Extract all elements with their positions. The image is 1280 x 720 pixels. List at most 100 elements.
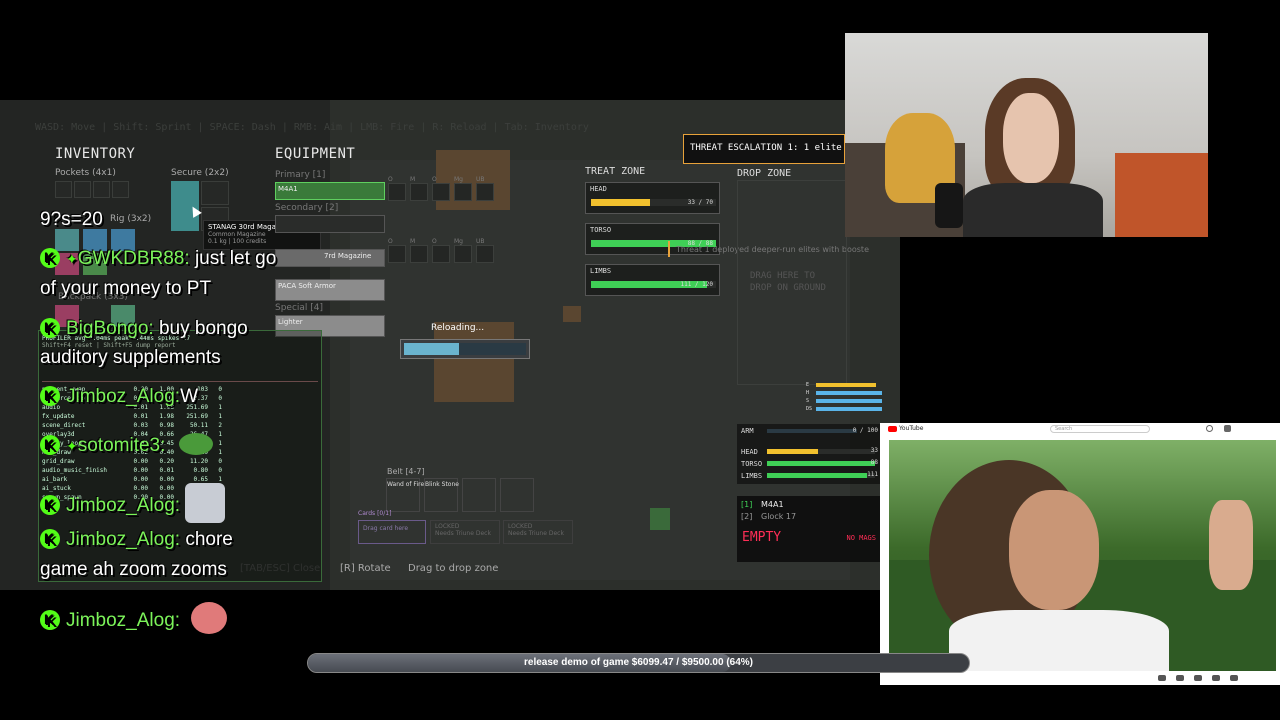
crate-small: [563, 306, 581, 322]
search-icon[interactable]: [1206, 425, 1213, 432]
attach-slot[interactable]: [476, 183, 494, 201]
youtube-actions-bar: [880, 671, 1280, 685]
locked-label: LOCKED: [508, 523, 533, 530]
profiler-cell-b: 0.20: [159, 458, 174, 465]
eq-special-item: Lighter: [278, 318, 303, 326]
treat-head[interactable]: HEAD 33 / 70: [585, 182, 720, 214]
profiler-cell-a: 0.00: [133, 458, 148, 465]
drop-zone-hint-1: DRAG HERE TO: [750, 271, 816, 281]
treat-limbs-value: 111 / 120: [680, 281, 713, 288]
attach-slot[interactable]: [410, 245, 428, 263]
attach-slot[interactable]: [454, 245, 472, 263]
webcam-shirt: [963, 183, 1103, 237]
profiler-cell-name: grid_draw: [42, 458, 75, 465]
rotate-hint: [R] Rotate: [340, 563, 391, 574]
webcam-face: [1003, 93, 1059, 183]
pocket-slot[interactable]: [74, 181, 91, 198]
attachments-secondary: O M O Mg UB: [388, 238, 494, 263]
secure-label: Secure (2x2): [171, 168, 229, 178]
attach-label: O: [388, 238, 393, 245]
badge-icon: ✦: [66, 438, 78, 454]
belt-slot[interactable]: Blink Stone: [424, 478, 459, 512]
chat-username[interactable]: Jimboz_Alog:: [66, 610, 180, 631]
chat-username[interactable]: BigBongo:: [66, 318, 154, 339]
locked-card-slot: LOCKED Needs Triune Deck: [503, 520, 573, 544]
bell-icon[interactable]: [1224, 425, 1231, 432]
donation-goal-bar: release demo of game $6099.47 / $9500.00…: [307, 653, 970, 673]
rig-grid[interactable]: [55, 229, 165, 327]
belt-slot[interactable]: [462, 478, 496, 512]
mini-bar: [816, 391, 882, 395]
secure-slot[interactable]: [201, 181, 229, 205]
profiler-cell-name: audio_music_finish: [42, 467, 108, 474]
attach-label: UB: [476, 238, 485, 245]
youtube-logo[interactable]: YouTube: [888, 425, 923, 432]
mags-state: NO MAGS: [846, 534, 876, 542]
eq-armor-item: PACA Soft Armor: [278, 282, 336, 290]
belt-slot[interactable]: [500, 478, 534, 512]
chat-message-cont: auditory supplements: [40, 347, 221, 369]
chat-username[interactable]: Jimboz_Alog:: [66, 386, 180, 407]
chat-username[interactable]: sotomite3:: [78, 435, 166, 456]
eq-secondary-slot[interactable]: [275, 215, 385, 233]
status-arm-label: ARM: [741, 427, 754, 435]
locked-sub: Needs Triune Deck: [435, 530, 491, 537]
chat-message: K Jimboz_Alog:: [40, 483, 226, 523]
kick-icon: K: [40, 435, 60, 455]
profiler-row: fx_update 0.01 1.98 251.69 1: [42, 413, 318, 422]
card-drop-slot[interactable]: Drag card here: [358, 520, 426, 544]
youtube-search-input[interactable]: Search: [1050, 425, 1150, 433]
video-hand: [1209, 500, 1253, 590]
pockets-grid[interactable]: [55, 181, 129, 198]
chat-message: K BigBongo: buy bongo: [40, 318, 248, 340]
mini-label: S: [806, 398, 810, 404]
status-arm-bar: [767, 429, 857, 433]
mini-bar: [816, 399, 882, 403]
eq-mag-slot[interactable]: 7rd Magazine: [275, 249, 385, 267]
profiler-cell-b: 0.01: [159, 467, 174, 474]
attach-slot[interactable]: [388, 183, 406, 201]
pepe-mic-emote-icon: [191, 602, 228, 634]
youtube-window[interactable]: YouTube Search: [880, 423, 1280, 685]
attach-slot[interactable]: [454, 183, 472, 201]
kick-icon: K: [40, 248, 60, 268]
chat-username[interactable]: GWKDBR88:: [78, 248, 190, 269]
cards-label: Cards [0/1]: [358, 510, 392, 517]
attach-slot[interactable]: [388, 245, 406, 263]
pocket-slot[interactable]: [93, 181, 110, 198]
pocket-slot[interactable]: [112, 181, 129, 198]
pocket-slot[interactable]: [55, 181, 72, 198]
attach-slot[interactable]: [432, 183, 450, 201]
eq-primary-slot[interactable]: M4A1: [275, 182, 385, 200]
more-icon[interactable]: [1230, 675, 1238, 681]
save-icon[interactable]: [1212, 675, 1220, 681]
treat-limbs[interactable]: LIMBS 111 / 120: [585, 264, 720, 296]
attach-slot[interactable]: [476, 245, 494, 263]
eq-armor-slot[interactable]: PACA Soft Armor: [275, 279, 385, 301]
youtube-play-icon: [888, 425, 897, 432]
status-arm-value: 0 / 100: [852, 427, 878, 434]
kick-icon: K: [40, 386, 60, 406]
profiler-cell-name: fx_update: [42, 413, 75, 420]
attach-slot[interactable]: [432, 245, 450, 263]
like-icon[interactable]: [1158, 675, 1166, 681]
eq-primary-item: M4A1: [278, 185, 298, 193]
drop-zone-hint-2: DROP ON GROUND: [750, 283, 826, 293]
locked-card-slot: LOCKED Needs Triune Deck: [430, 520, 500, 544]
eq-secondary-label: Secondary [2]: [275, 203, 339, 213]
chat-username[interactable]: Jimboz_Alog:: [66, 529, 180, 550]
threat-escalation-banner: THREAT ESCALATION 1: 1 elite: [683, 134, 845, 164]
share-icon[interactable]: [1194, 675, 1202, 681]
tooltip-stats: 0.1 kg | 100 credits: [208, 238, 267, 245]
attach-slot[interactable]: [410, 183, 428, 201]
chat-username[interactable]: Jimboz_Alog:: [66, 495, 180, 516]
belt-slot[interactable]: Wand of Fire: [386, 478, 424, 512]
eq-primary-label: Primary [1]: [275, 170, 326, 180]
webcam-feed: [845, 33, 1208, 237]
youtube-video[interactable]: [889, 440, 1276, 680]
chat-message: K Jimboz_Alog: chore: [40, 529, 233, 551]
mini-status-bars: E H S DS: [806, 381, 884, 415]
rig-label: Rig (3x2): [110, 214, 152, 224]
belt-label: Belt [4-7]: [387, 467, 425, 476]
dislike-icon[interactable]: [1176, 675, 1184, 681]
